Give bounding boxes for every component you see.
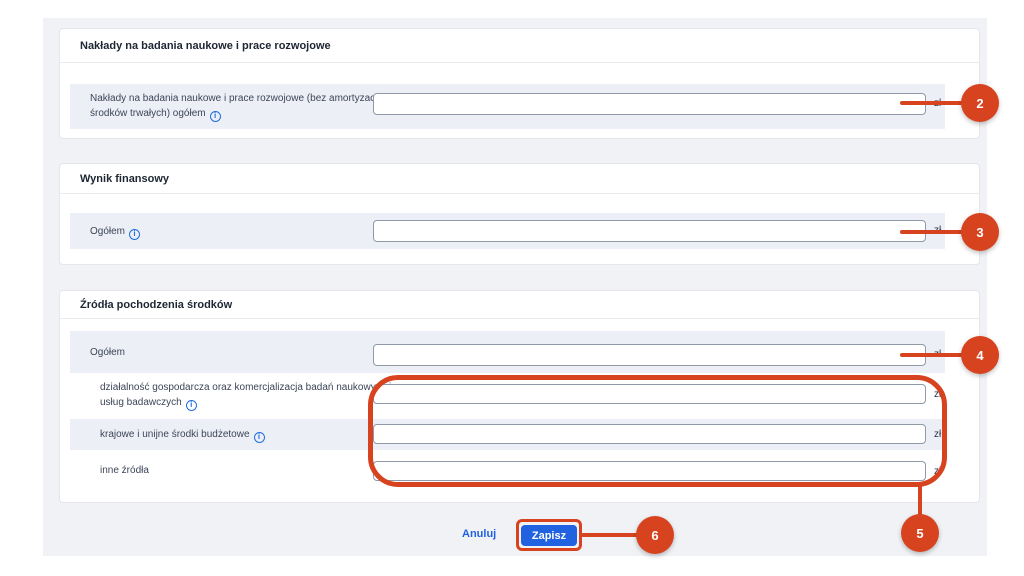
- field-label-text: Nakłady na badania naukowe i prace rozwo…: [90, 93, 380, 119]
- field-label-text: inne źródła: [100, 465, 149, 476]
- section-card-wynik: Wynik finansowy Ogółemi zł: [59, 163, 980, 265]
- annotation-badge-5: 5: [901, 514, 939, 552]
- wynik-ogolem-input[interactable]: [373, 220, 926, 242]
- annotation-badge-6: 6: [636, 516, 674, 554]
- zrodla-ogolem-input[interactable]: [373, 344, 926, 366]
- field-row-naklady-ogolem: Nakłady na badania naukowe i prace rozwo…: [70, 84, 945, 129]
- annotation-badge-3: 3: [961, 213, 999, 251]
- field-label-text: działalność gospodarcza oraz komercjaliz…: [100, 382, 391, 408]
- field-label-text: Ogółem: [90, 226, 125, 237]
- annotation-badge-4: 4: [961, 336, 999, 374]
- field-label: krajowe i unijne środki budżetowe i: [100, 427, 265, 443]
- annotation-oval-subfields: [368, 375, 947, 487]
- annotation-line-6: [581, 533, 638, 537]
- annotation-line-4: [900, 353, 964, 357]
- section-title-wynik: Wynik finansowy: [60, 164, 979, 194]
- section-card-naklady: Nakłady na badania naukowe i prace rozwo…: [59, 28, 980, 139]
- field-label: działalność gospodarcza oraz komercjaliz…: [100, 380, 392, 411]
- section-title-naklady: Nakłady na badania naukowe i prace rozwo…: [60, 29, 979, 63]
- annotation-line-2: [900, 101, 964, 105]
- naklady-ogolem-input[interactable]: [373, 93, 926, 115]
- field-label: Ogółem: [90, 345, 125, 360]
- info-icon[interactable]: i: [210, 111, 221, 122]
- info-icon[interactable]: i: [186, 400, 197, 411]
- info-icon[interactable]: i: [254, 432, 265, 443]
- field-label-text: krajowe i unijne środki budżetowe: [100, 429, 250, 440]
- annotation-rect-save: [516, 519, 582, 551]
- field-row-zrodla-ogolem: Ogółem zł: [70, 331, 945, 373]
- cancel-button[interactable]: Anuluj: [462, 528, 496, 540]
- section-title-zrodla: Źródła pochodzenia środków: [60, 291, 979, 319]
- annotation-badge-2: 2: [961, 84, 999, 122]
- annotation-line-3: [900, 230, 964, 234]
- field-label-text: Ogółem: [90, 347, 125, 358]
- annotation-line-5: [918, 484, 922, 516]
- field-row-wynik-ogolem: Ogółemi zł: [70, 213, 945, 249]
- field-label: Nakłady na badania naukowe i prace rozwo…: [90, 91, 382, 122]
- field-label: inne źródła: [100, 463, 149, 478]
- field-label: Ogółemi: [90, 224, 140, 240]
- info-icon[interactable]: i: [129, 229, 140, 240]
